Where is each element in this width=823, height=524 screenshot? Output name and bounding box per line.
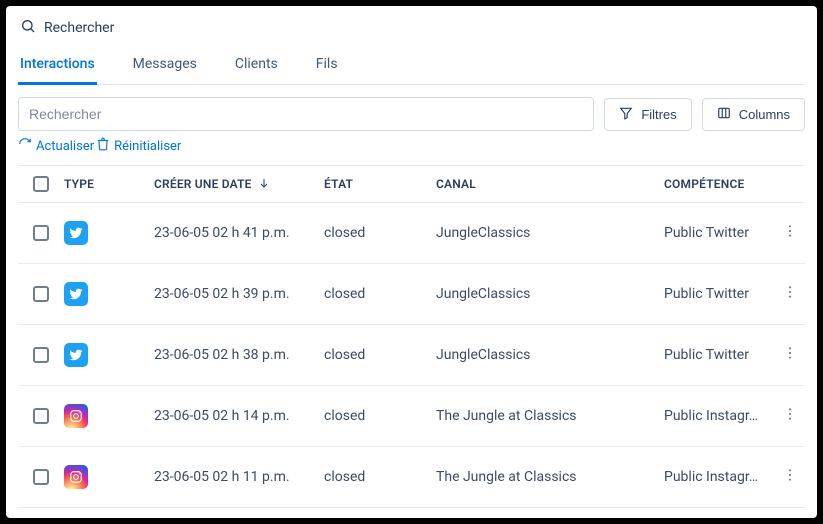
row-canal: The Jungle at Classics [436, 408, 664, 424]
row-competence: Public Instagr… [664, 469, 775, 485]
header-checkbox-cell [18, 176, 64, 192]
row-etat: closed [324, 286, 436, 302]
sort-desc-icon [258, 177, 270, 192]
search-icon [20, 18, 36, 38]
row-type-cell [64, 343, 154, 367]
instagram-icon [64, 465, 88, 489]
row-type-cell [64, 221, 154, 245]
toolbar: Filtres Columns [18, 85, 805, 137]
instagram-icon [64, 404, 88, 428]
row-checkbox[interactable] [33, 286, 49, 302]
kebab-icon[interactable] [782, 467, 798, 487]
row-checkbox-cell [18, 225, 64, 241]
header-etat[interactable]: ÉTAT [324, 177, 436, 191]
row-checkbox-cell [18, 408, 64, 424]
row-canal: JungleClassics [436, 347, 664, 363]
kebab-icon[interactable] [782, 406, 798, 426]
trash-icon [96, 137, 110, 155]
row-competence: Public Instagr… [664, 408, 775, 424]
row-checkbox-cell [18, 469, 64, 485]
twitter-icon [64, 282, 88, 306]
app-window: Rechercher Interactions Messages Clients… [6, 6, 817, 518]
table-body: 23-06-05 02 h 41 p.m.closedJungleClassic… [18, 203, 805, 508]
row-date: 23-06-05 02 h 14 p.m. [154, 408, 324, 424]
tabs: Interactions Messages Clients Fils [18, 46, 805, 85]
row-actions [775, 345, 805, 365]
select-all-checkbox[interactable] [33, 176, 49, 192]
header-competence[interactable]: COMPÉTENCE [664, 177, 775, 191]
reset-link[interactable]: Réinitialiser [96, 137, 181, 155]
kebab-icon[interactable] [782, 223, 798, 243]
row-canal: JungleClassics [436, 286, 664, 302]
table-header: TYPE CRÉER UNE DATE ÉTAT CANAL COMPÉTENC… [18, 165, 805, 203]
row-actions [775, 284, 805, 304]
row-etat: closed [324, 408, 436, 424]
tab-messages[interactable]: Messages [131, 46, 199, 84]
header-date-label: CRÉER UNE DATE [154, 177, 252, 191]
row-type-cell [64, 465, 154, 489]
row-actions [775, 467, 805, 487]
columns-icon [717, 106, 731, 123]
row-date: 23-06-05 02 h 38 p.m. [154, 347, 324, 363]
table-row[interactable]: 23-06-05 02 h 14 p.m.closedThe Jungle at… [18, 386, 805, 447]
header-type[interactable]: TYPE [64, 177, 154, 191]
filter-label: Filtres [641, 107, 676, 122]
row-etat: closed [324, 347, 436, 363]
row-competence: Public Twitter [664, 225, 775, 241]
row-date: 23-06-05 02 h 39 p.m. [154, 286, 324, 302]
tab-clients[interactable]: Clients [233, 46, 280, 84]
row-etat: closed [324, 469, 436, 485]
refresh-icon [18, 137, 32, 155]
twitter-icon [64, 343, 88, 367]
search-heading-label: Rechercher [44, 20, 114, 36]
row-actions [775, 406, 805, 426]
row-checkbox[interactable] [33, 225, 49, 241]
header-canal[interactable]: CANAL [436, 177, 664, 191]
row-competence: Public Twitter [664, 286, 775, 302]
row-type-cell [64, 404, 154, 428]
row-checkbox-cell [18, 347, 64, 363]
row-checkbox-cell [18, 286, 64, 302]
row-checkbox[interactable] [33, 469, 49, 485]
filter-icon [619, 106, 633, 123]
row-canal: JungleClassics [436, 225, 664, 241]
header-date[interactable]: CRÉER UNE DATE [154, 177, 324, 192]
search-input[interactable] [18, 97, 594, 131]
tab-interactions[interactable]: Interactions [18, 46, 97, 85]
search-heading: Rechercher [18, 16, 805, 46]
columns-label: Columns [739, 107, 790, 122]
row-canal: The Jungle at Classics [436, 469, 664, 485]
row-actions [775, 223, 805, 243]
twitter-icon [64, 221, 88, 245]
columns-button[interactable]: Columns [702, 98, 805, 131]
table-row[interactable]: 23-06-05 02 h 39 p.m.closedJungleClassic… [18, 264, 805, 325]
kebab-icon[interactable] [782, 284, 798, 304]
row-checkbox[interactable] [33, 408, 49, 424]
secondary-actions: Actualiser Réinitialiser [18, 137, 805, 165]
row-checkbox[interactable] [33, 347, 49, 363]
row-etat: closed [324, 225, 436, 241]
row-date: 23-06-05 02 h 11 p.m. [154, 469, 324, 485]
filter-button[interactable]: Filtres [604, 98, 691, 131]
table-row[interactable]: 23-06-05 02 h 38 p.m.closedJungleClassic… [18, 325, 805, 386]
reset-label: Réinitialiser [114, 139, 181, 154]
table-row[interactable]: 23-06-05 02 h 41 p.m.closedJungleClassic… [18, 203, 805, 264]
table-row[interactable]: 23-06-05 02 h 11 p.m.closedThe Jungle at… [18, 447, 805, 508]
tab-fils[interactable]: Fils [314, 46, 340, 84]
row-date: 23-06-05 02 h 41 p.m. [154, 225, 324, 241]
kebab-icon[interactable] [782, 345, 798, 365]
row-competence: Public Twitter [664, 347, 775, 363]
row-type-cell [64, 282, 154, 306]
refresh-label: Actualiser [36, 139, 94, 154]
refresh-link[interactable]: Actualiser [18, 137, 94, 155]
